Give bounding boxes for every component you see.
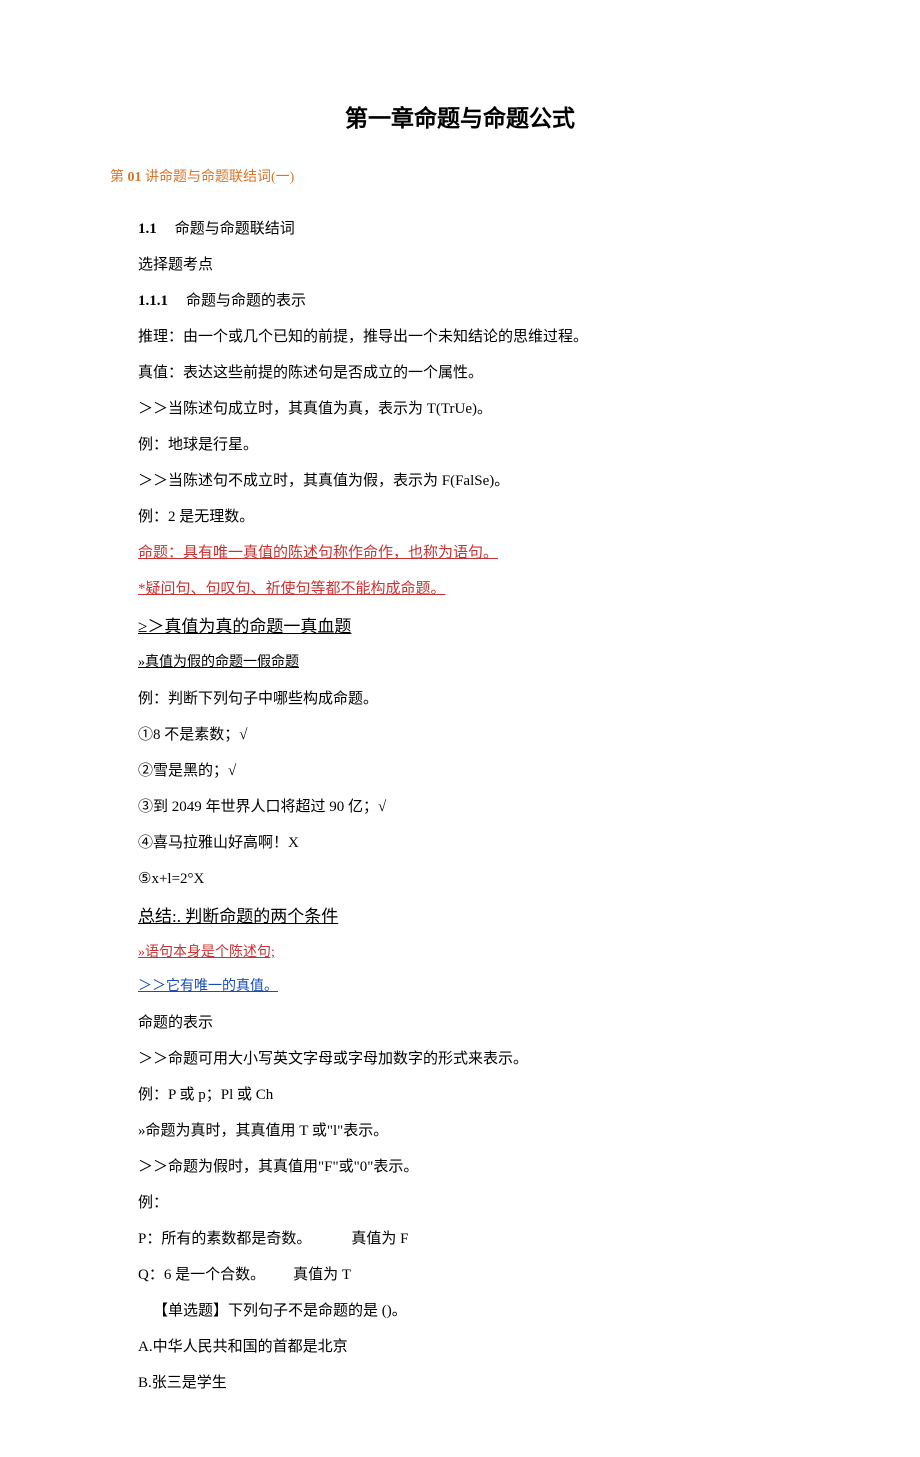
row-q-stmt: Q：6 是一个合数。: [138, 1267, 265, 1283]
question-single: 【单选题】下列句子不是命题的是 ()。: [138, 1299, 810, 1323]
cond-1: »语句本身是个陈述句;: [138, 942, 810, 964]
row-q-val: 真值为 T: [293, 1267, 351, 1283]
row-q: Q：6 是一个合数。 真值为 T: [138, 1263, 810, 1287]
lecture-prefix: 第: [110, 170, 128, 185]
content-body: 1.1 命题与命题联结词 选择题考点 1.1.1 命题与命题的表示 推理：由一个或几…: [110, 217, 810, 1395]
lecture-heading: 第 01 讲命题与命题联结词(一): [110, 167, 810, 189]
page-title: 第一章命题与命题公式: [110, 100, 810, 137]
p-rep-example: 例：P 或 p；Pl 或 Ch: [138, 1083, 810, 1107]
note-exam-point: 选择题考点: [138, 253, 810, 277]
item-2: ②雪是黑的；√: [138, 759, 810, 783]
h-summary: 总结:. 判断命题的两个条件: [138, 903, 810, 930]
p-example-label: 例：: [138, 1191, 810, 1215]
item-3: ③到 2049 年世界人口将超过 90 亿；√: [138, 795, 810, 819]
row-p-stmt: P：所有的素数都是奇数。: [138, 1231, 311, 1247]
p-example-judge: 例：判断下列句子中哪些构成命题。: [138, 687, 810, 711]
row-p-val: 真值为 F: [351, 1231, 408, 1247]
p-false-def: ＞＞当陈述句不成立时，其真值为假，表示为 F(FalSe)。: [138, 469, 810, 493]
sec-num-1-1-1: 1.1.1: [138, 293, 168, 309]
p-true-def: ＞＞当陈述句成立时，其真值为真，表示为 T(TrUe)。: [138, 397, 810, 421]
cond-2: ＞＞它有唯一的真值。: [138, 976, 810, 998]
p-ex-two: 例：2 是无理数。: [138, 505, 810, 529]
lecture-num: 01: [128, 170, 142, 185]
option-b: B.张三是学生: [138, 1371, 810, 1395]
p-rep-letters: ＞＞命题可用大小写英文字母或字母加数字的形式来表示。: [138, 1047, 810, 1071]
h-true-prop: ≥＞真值为真的命题一真血题: [138, 613, 810, 640]
p-ex-earth: 例：地球是行星。: [138, 433, 810, 457]
lecture-suffix: 讲命题与命题联结词(一): [142, 170, 295, 185]
p-truth-value: 真值：表达这些前提的陈述句是否成立的一个属性。: [138, 361, 810, 385]
p-reasoning: 推理：由一个或几个已知的前提，推导出一个未知结论的思维过程。: [138, 325, 810, 349]
sec-num-1-1: 1.1: [138, 221, 157, 237]
p-rep-false: ＞＞命题为假时，其真值用"F"或"0"表示。: [138, 1155, 810, 1179]
h-representation: 命题的表示: [138, 1011, 810, 1035]
section-1-1-1: 1.1.1 命题与命题的表示: [138, 289, 810, 313]
row-p: P：所有的素数都是奇数。 真值为 F: [138, 1227, 810, 1251]
item-1: ①8 不是素数；√: [138, 723, 810, 747]
h-false-prop: »真值为假的命题一假命题: [138, 652, 810, 674]
p-rep-true: »命题为真时，其真值用 T 或"l"表示。: [138, 1119, 810, 1143]
option-a: A.中华人民共和国的首都是北京: [138, 1335, 810, 1359]
p-non-proposition: *疑问句、句叹句、祈使句等都不能构成命题。: [138, 577, 810, 601]
sec-text-1-1-1: 命题与命题的表示: [186, 293, 306, 309]
sec-text-1-1: 命题与命题联结词: [175, 221, 295, 237]
item-5: ⑤x+l=2°X: [138, 867, 810, 891]
section-1-1: 1.1 命题与命题联结词: [138, 217, 810, 241]
p-proposition-def: 命题：具有唯一真值的陈述句称作命作，也称为语句。: [138, 541, 810, 565]
item-4: ④喜马拉雅山好高啊！X: [138, 831, 810, 855]
